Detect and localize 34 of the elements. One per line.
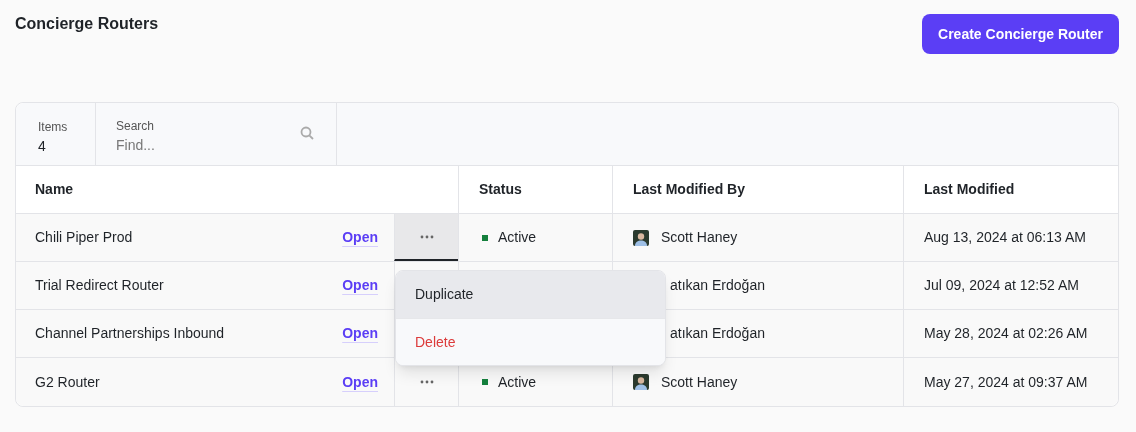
items-count: 4: [38, 137, 47, 156]
menu-item[interactable]: Delete: [396, 318, 665, 365]
more-button[interactable]: [394, 214, 458, 261]
menu-item[interactable]: Duplicate: [396, 271, 665, 318]
user-name: Scott Haney: [661, 372, 738, 392]
open-link[interactable]: Open: [342, 323, 378, 344]
user-name: atıkan Erdoğan: [670, 324, 765, 343]
open-link[interactable]: Open: [342, 275, 378, 296]
table-cell-text: Channel Partnerships Inbound: [35, 324, 225, 343]
table-cell-text: Trial Redirect Router: [35, 276, 164, 295]
status-text: Active: [498, 372, 537, 392]
column-header: Last Modified: [924, 180, 1015, 199]
more-icon: [419, 234, 434, 239]
open-link[interactable]: Open: [342, 227, 378, 248]
user-name: Scott Haney: [661, 228, 738, 247]
table-cell-text: May 27, 2024 at 09:37 AM: [924, 372, 1088, 392]
open-link[interactable]: Open: [342, 371, 378, 393]
column-header: Status: [479, 180, 522, 199]
table-cell-text: Jul 09, 2024 at 12:52 AM: [924, 276, 1079, 295]
column-header: Last Modified By: [633, 180, 745, 199]
search-icon: [300, 126, 314, 140]
table-cell-text: May 28, 2024 at 02:26 AM: [924, 324, 1088, 343]
column-header: Name: [35, 180, 74, 199]
items-label: Items: [38, 119, 69, 136]
page-title: Concierge Routers: [15, 14, 159, 34]
user-name: atıkan Erdoğan: [670, 276, 765, 295]
table-cell-text: G2 Router: [35, 372, 100, 392]
create-button[interactable]: Create Concierge Router: [922, 14, 1119, 54]
status-text: Active: [498, 228, 537, 247]
search-label: Search: [116, 118, 156, 135]
table-cell-text: Aug 13, 2024 at 06:13 AM: [924, 228, 1086, 247]
search-field[interactable]: Find...: [116, 135, 276, 156]
table-cell-text: Chili Piper Prod: [35, 228, 133, 247]
more-icon: [419, 380, 434, 384]
